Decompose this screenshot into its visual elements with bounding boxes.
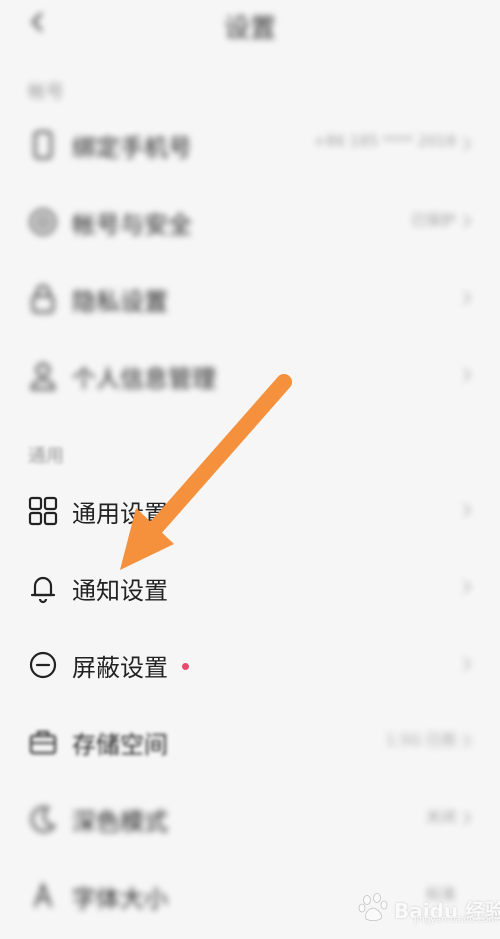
row-personal-info[interactable]: 个人信息管理: [0, 347, 500, 407]
row-label: 个人信息管理: [72, 365, 216, 393]
chevron-right-icon: [463, 811, 472, 825]
row-label: 帐号与安全: [72, 211, 192, 239]
briefcase-icon: [29, 730, 57, 755]
watermark: Baidu 经验 jingyan.baidu.com: [344, 887, 500, 927]
row-privacy[interactable]: 隐私设置: [0, 270, 500, 330]
page-title: 设置: [223, 14, 276, 44]
paw-icon: [358, 893, 388, 922]
chevron-right-icon: [463, 214, 472, 228]
section-header-general: 通用: [28, 446, 64, 467]
section-header-account: 帐号: [28, 82, 64, 103]
new-badge-dot: [182, 663, 189, 670]
row-label: 存储空间: [72, 731, 168, 759]
row-label: 屏蔽设置: [72, 654, 168, 682]
row-block-settings[interactable]: 屏蔽设置: [0, 636, 500, 696]
bell-icon: [30, 576, 56, 604]
row-value: +86 185 **** 2018: [313, 132, 456, 150]
row-notification-settings[interactable]: 通知设置: [0, 559, 500, 619]
font-size-icon: [33, 881, 53, 908]
chevron-right-icon: [463, 657, 472, 671]
row-general-settings[interactable]: 通用设置: [0, 482, 500, 542]
row-value: 关闭: [425, 808, 456, 826]
row-label: 通用设置: [72, 500, 168, 528]
chevron-right-icon: [463, 137, 472, 151]
top-bar: 设置: [0, 0, 500, 48]
row-label: 通知设置: [72, 577, 168, 605]
row-value: 1.5G 已用: [385, 731, 456, 749]
row-dark-mode[interactable]: 深色模式 关闭: [0, 790, 500, 850]
row-label: 隐私设置: [72, 288, 168, 316]
chevron-right-icon: [463, 291, 472, 305]
row-label: 绑定手机号: [72, 134, 192, 162]
chevron-right-icon: [463, 734, 472, 748]
row-account-security[interactable]: 帐号与安全 已保护: [0, 193, 500, 253]
block-icon: [29, 651, 57, 679]
row-value: 已保护: [410, 211, 456, 229]
row-storage[interactable]: 存储空间 1.5G 已用: [0, 713, 500, 773]
chevron-right-icon: [463, 503, 472, 517]
moon-icon: [30, 806, 57, 833]
shield-icon: [29, 208, 57, 236]
lock-icon: [31, 284, 55, 314]
phone-icon: [33, 130, 53, 160]
chevron-right-icon: [463, 368, 472, 382]
chevron-right-icon: [463, 580, 472, 594]
user-icon: [30, 362, 56, 391]
row-bind-phone[interactable]: 绑定手机号 +86 185 **** 2018: [0, 116, 500, 176]
grid-icon: [28, 496, 58, 526]
row-label: 字体大小: [72, 885, 168, 913]
row-label: 深色模式: [72, 808, 168, 836]
watermark-url: jingyan.baidu.com: [414, 915, 498, 925]
